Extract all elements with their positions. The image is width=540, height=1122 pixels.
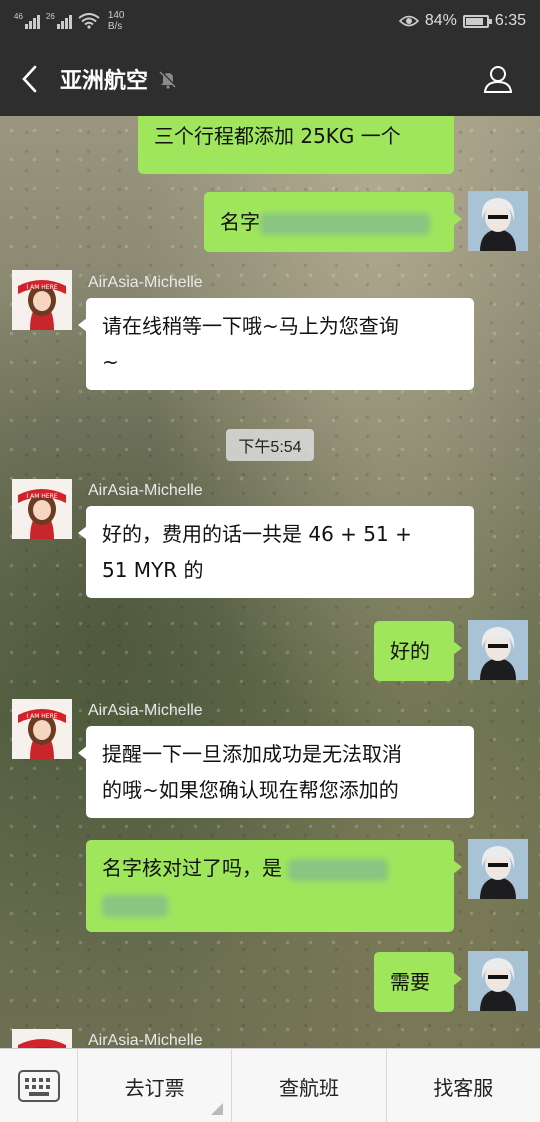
chat-header: 亚洲航空 <box>0 42 540 116</box>
sender-name: AirAsia-Michelle <box>88 274 203 291</box>
menu-customer-service[interactable]: 找客服 <box>387 1049 540 1122</box>
airasia-avatar[interactable]: I AM HERE <box>12 270 72 330</box>
redacted-name <box>102 894 168 917</box>
back-button[interactable] <box>0 42 58 116</box>
message-line: 请在线稍等一下哦~马上为您查询 <box>102 314 399 338</box>
my-avatar[interactable] <box>468 191 528 251</box>
airasia-avatar[interactable] <box>12 1029 72 1048</box>
message-bubble-incoming[interactable]: 提醒一下一旦添加成功是无法取消 的哦~如果您确认现在帮您添加的 <box>78 726 474 818</box>
message-bubble-incoming[interactable]: 好的，费用的话一共是 46 + 51 + 51 MYR 的 <box>78 506 474 598</box>
message-bubble-outgoing[interactable]: 需要 <box>374 952 462 1012</box>
person-icon <box>483 66 513 93</box>
sender-name: AirAsia-Michelle <box>88 1032 203 1048</box>
chat-area[interactable]: 三个行程都添加 25KG 一个 名字 AirAsia-Michelle I AM… <box>0 116 540 1048</box>
chat-title: 亚洲航空 <box>60 69 149 94</box>
profile-button[interactable] <box>456 42 540 116</box>
svg-text:I AM HERE: I AM HERE <box>26 284 57 291</box>
battery-icon <box>462 14 492 28</box>
menu-check-flight[interactable]: 查航班 <box>232 1049 387 1122</box>
message-text: 名字核对过了吗，是 <box>102 856 289 880</box>
chevron-left-icon <box>22 65 37 93</box>
wifi-icon <box>78 13 100 29</box>
time-separator: 下午5:54 <box>226 429 314 461</box>
redacted-name <box>260 212 430 235</box>
message-line: 51 MYR 的 <box>102 558 204 582</box>
svg-text:I AM HERE: I AM HERE <box>26 493 57 500</box>
airasia-avatar[interactable]: I AM HERE <box>12 699 72 759</box>
message-line: 的哦~如果您确认现在帮您添加的 <box>102 778 399 802</box>
svg-text:I AM HERE: I AM HERE <box>26 713 57 720</box>
message-bubble-incoming[interactable]: 请在线稍等一下哦~马上为您查询 ~ <box>78 298 474 390</box>
clock: 6:35 <box>494 12 526 29</box>
eye-comfort-icon <box>398 15 419 27</box>
message-bubble-outgoing[interactable]: 三个行程都添加 25KG 一个 <box>138 116 454 174</box>
message-bubble-outgoing[interactable]: 名字核对过了吗，是 <box>86 840 462 932</box>
message-line: ~ <box>102 350 119 374</box>
sender-name: AirAsia-Michelle <box>88 702 203 719</box>
my-avatar[interactable] <box>468 839 528 899</box>
message-text: 三个行程都添加 25KG 一个 <box>154 124 401 148</box>
status-bar: 46 26 140 B/s 84% 6:35 <box>0 0 540 42</box>
redacted-name <box>288 858 389 881</box>
submenu-indicator-icon <box>211 1103 224 1115</box>
message-text: 好的 <box>390 639 430 663</box>
bottom-menu: 去订票 查航班 找客服 <box>0 1048 540 1122</box>
airasia-avatar[interactable]: I AM HERE <box>12 479 72 539</box>
signal-sim1-icon: 46 <box>14 13 40 29</box>
my-avatar[interactable] <box>468 951 528 1011</box>
network-speed: 140 B/s <box>107 10 125 32</box>
signal-sim2-icon: 26 <box>46 13 72 29</box>
message-bubble-outgoing[interactable]: 好的 <box>374 621 462 681</box>
sender-name: AirAsia-Michelle <box>88 482 203 499</box>
message-bubble-outgoing[interactable]: 名字 <box>204 192 462 252</box>
message-line: 提醒一下一旦添加成功是无法取消 <box>102 742 402 766</box>
message-line: 好的，费用的话一共是 46 + 51 + <box>102 522 412 546</box>
message-text: 需要 <box>390 970 430 994</box>
menu-book-ticket[interactable]: 去订票 <box>78 1049 233 1122</box>
battery-percent: 84% <box>424 12 457 29</box>
keyboard-toggle-button[interactable] <box>0 1049 78 1122</box>
mute-notifications-icon <box>159 70 177 89</box>
message-text: 名字 <box>220 210 260 234</box>
keyboard-icon <box>17 1070 60 1102</box>
my-avatar[interactable] <box>468 620 528 680</box>
